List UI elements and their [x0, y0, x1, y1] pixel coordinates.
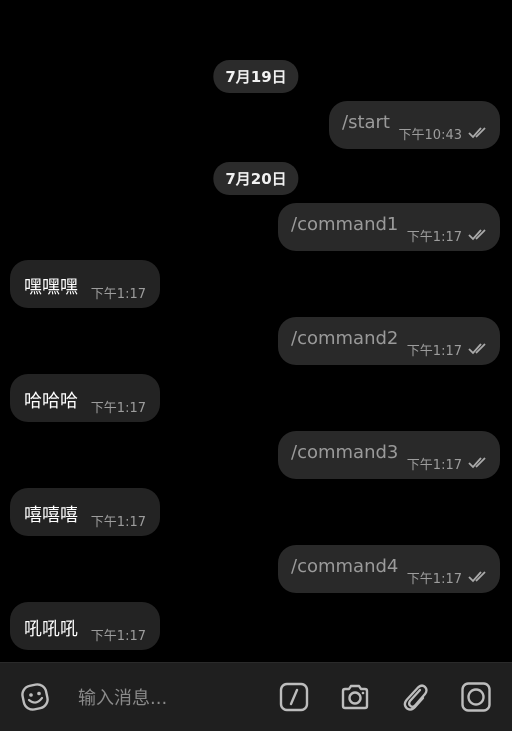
message-text: /start — [342, 112, 390, 133]
outgoing-message[interactable]: /command3 下午1:17 — [278, 431, 500, 479]
message-time: 下午1:17 — [406, 458, 462, 473]
message-text: 嘻嘻嘻 — [24, 505, 78, 526]
outgoing-message[interactable]: /start 下午10:43 — [329, 101, 500, 149]
double-check-icon — [468, 127, 486, 139]
message-text: /command4 — [291, 556, 399, 577]
incoming-message[interactable]: 哈哈哈 下午1:17 — [10, 374, 160, 422]
message-time: 下午1:17 — [90, 629, 146, 644]
incoming-message[interactable]: 嘿嘿嘿 下午1:17 — [10, 260, 160, 308]
double-check-icon — [468, 571, 486, 583]
video-message-icon[interactable] — [459, 680, 493, 714]
double-check-icon — [468, 343, 486, 355]
double-check-icon — [468, 229, 486, 241]
chat-history: 7月19日 /start 下午10:43 7月20日 /command1 下午1… — [0, 0, 512, 662]
message-input[interactable] — [76, 682, 260, 714]
outgoing-message[interactable]: /command2 下午1:17 — [278, 317, 500, 365]
message-text: 吼吼吼 — [24, 619, 78, 640]
message-time: 下午10:43 — [398, 128, 462, 143]
message-text: 嘿嘿嘿 — [24, 277, 78, 298]
message-time: 下午1:17 — [406, 344, 462, 359]
bot-command-icon[interactable] — [277, 680, 311, 714]
attach-icon[interactable] — [398, 680, 432, 714]
message-composer — [0, 662, 512, 731]
emoji-icon[interactable] — [18, 680, 52, 714]
message-text: /command1 — [291, 214, 399, 235]
message-time: 下午1:17 — [406, 230, 462, 245]
message-time: 下午1:17 — [406, 572, 462, 587]
date-separator: 7月19日 — [213, 60, 299, 93]
message-time: 下午1:17 — [90, 515, 146, 530]
incoming-message[interactable]: 吼吼吼 下午1:17 — [10, 602, 160, 650]
incoming-message[interactable]: 嘻嘻嘻 下午1:17 — [10, 488, 160, 536]
message-text: /command2 — [291, 328, 399, 349]
message-time: 下午1:17 — [90, 401, 146, 416]
message-text: 哈哈哈 — [24, 391, 78, 412]
message-text: /command3 — [291, 442, 399, 463]
message-time: 下午1:17 — [90, 287, 146, 302]
outgoing-message[interactable]: /command1 下午1:17 — [278, 203, 500, 251]
date-separator: 7月20日 — [213, 162, 299, 195]
outgoing-message[interactable]: /command4 下午1:17 — [278, 545, 500, 593]
camera-icon[interactable] — [338, 680, 372, 714]
double-check-icon — [468, 457, 486, 469]
